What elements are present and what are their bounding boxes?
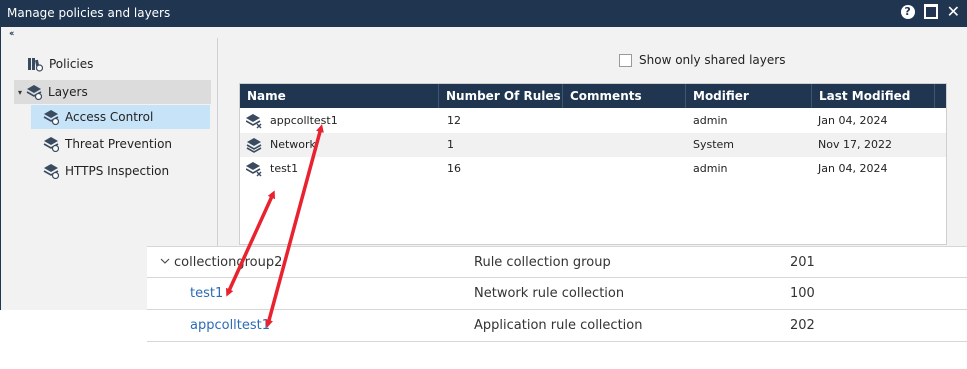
show-shared-layers-checkbox[interactable]: Show only shared layers — [619, 53, 785, 67]
rule-collection-link[interactable]: appcolltest1 — [190, 310, 270, 341]
layers-icon — [26, 85, 43, 100]
threat-prevention-icon — [43, 137, 59, 152]
access-control-icon — [43, 110, 59, 125]
sidebar-item-layers[interactable]: ▾ Layers — [14, 80, 211, 104]
table-row[interactable]: Network 1 System Nov 17, 2022 — [240, 133, 946, 157]
layers-table: Name Number Of Rules Comments Modifier L… — [239, 83, 947, 245]
table-row[interactable]: test1 16 admin Jan 04, 2024 — [240, 157, 946, 181]
cell-type: Application rule collection — [474, 318, 643, 333]
sidebar-item-label: Policies — [49, 57, 94, 71]
checkbox-label: Show only shared layers — [639, 53, 786, 67]
cell-name: appcolltest1 — [270, 114, 338, 127]
sidebar-item-label: Layers — [48, 85, 88, 99]
collapse-sidebar-icon[interactable]: ‹‹ — [9, 29, 15, 39]
column-header-modifier[interactable]: Modifier — [686, 84, 812, 108]
sidebar-item-label: Threat Prevention — [65, 137, 173, 151]
table-row[interactable]: appcolltest1 Application rule collection… — [147, 310, 967, 342]
cell-modifier: System — [693, 138, 735, 151]
cell-priority: 100 — [790, 286, 815, 301]
expand-arrow-icon[interactable]: ▾ — [18, 88, 22, 97]
cell-last-modified: Jan 04, 2024 — [818, 162, 888, 175]
sidebar-item-policies[interactable]: Policies — [27, 52, 93, 76]
table-header: Name Number Of Rules Comments Modifier L… — [240, 84, 946, 108]
https-inspection-icon — [43, 164, 59, 179]
cell-last-modified: Nov 17, 2022 — [818, 138, 892, 151]
cell-priority: 201 — [790, 255, 815, 270]
layer-icon — [246, 114, 262, 129]
sidebar-item-label: Access Control — [65, 110, 154, 124]
rule-collection-link[interactable]: test1 — [190, 278, 223, 309]
cell-rules: 12 — [447, 114, 461, 127]
cell-priority: 202 — [790, 318, 815, 333]
checkbox-box[interactable] — [619, 53, 632, 67]
column-header-rules[interactable]: Number Of Rules — [439, 84, 563, 108]
cell-last-modified: Jan 04, 2024 — [818, 114, 888, 127]
cell-name: Network — [270, 138, 316, 151]
sidebar-item-access-control[interactable]: Access Control — [31, 105, 210, 129]
rule-collections-table: collectiongroup2 Rule collection group 2… — [147, 246, 967, 343]
sidebar-item-label: HTTPS Inspection — [65, 164, 170, 178]
window-title: Manage policies and layers — [7, 6, 171, 20]
layer-icon — [246, 138, 262, 153]
title-bar: Manage policies and layers ? ✕ — [1, 0, 967, 27]
sidebar-item-https-inspection[interactable]: HTTPS Inspection — [31, 159, 210, 183]
cell-rules: 1 — [447, 138, 454, 151]
cell-rules: 16 — [447, 162, 461, 175]
cell-type: Rule collection group — [474, 255, 611, 270]
column-header-name[interactable]: Name — [240, 84, 439, 108]
help-icon[interactable]: ? — [900, 4, 915, 19]
cell-name: test1 — [270, 162, 299, 175]
table-row[interactable]: collectiongroup2 Rule collection group 2… — [147, 246, 967, 278]
maximize-icon[interactable] — [923, 4, 938, 19]
cell-type: Network rule collection — [474, 286, 625, 301]
close-icon[interactable]: ✕ — [947, 3, 960, 19]
column-header-last-modified[interactable]: Last Modified — [812, 84, 935, 108]
cell-modifier: admin — [693, 162, 728, 175]
table-row[interactable]: appcolltest1 12 admin Jan 04, 2024 — [240, 109, 946, 133]
sidebar-item-threat-prevention[interactable]: Threat Prevention — [31, 132, 210, 156]
layer-icon — [246, 162, 262, 177]
column-header-comments[interactable]: Comments — [563, 84, 686, 108]
chevron-down-icon[interactable] — [160, 256, 170, 266]
table-row[interactable]: test1 Network rule collection 100 — [147, 278, 967, 310]
cell-name: collectiongroup2 — [174, 255, 283, 270]
policies-icon — [28, 58, 43, 72]
cell-modifier: admin — [693, 114, 728, 127]
